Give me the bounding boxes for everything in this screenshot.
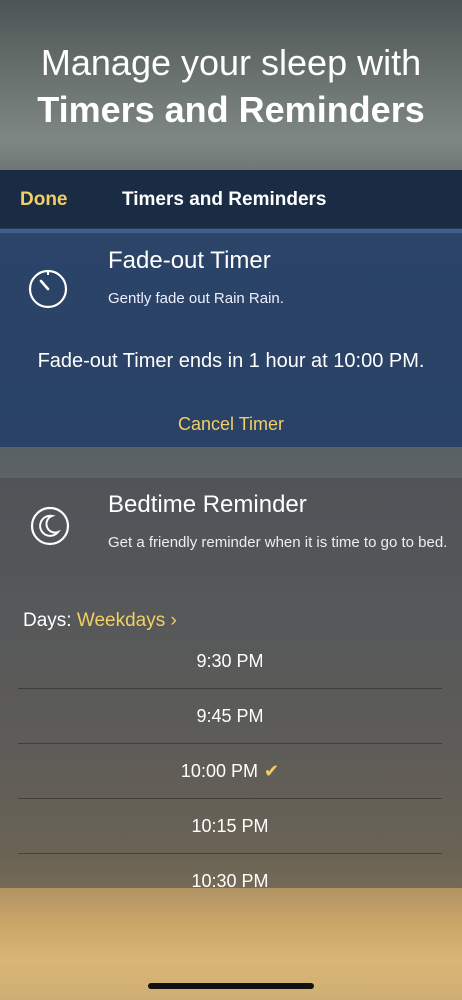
hero-line-2: Timers and Reminders [37,89,425,130]
time-option[interactable]: 10:15 PM [18,799,442,854]
time-option-label: 10:00 PM [180,761,258,781]
fade-timer-subtitle: Gently fade out Rain Rain. [108,290,284,307]
time-option-label: 9:45 PM [196,706,264,726]
days-selector[interactable]: Days: Weekdays › [23,610,177,632]
moon-icon [30,506,70,546]
fade-timer-status: Fade-out Timer ends in 1 hour at 10:00 P… [37,350,425,372]
time-option[interactable]: 9:45 PM [18,689,442,744]
time-option-selected[interactable]: 10:00 PM ✔ [18,744,442,799]
cancel-timer-button[interactable]: Cancel Timer [0,414,462,435]
nav-title: Timers and Reminders [122,189,327,210]
time-option-label: 10:30 PM [191,871,269,891]
days-label: Days: [23,610,72,631]
fade-timer-title: Fade-out Timer [108,247,271,274]
hero-line-1: Manage your sleep with [40,42,422,83]
time-option-label: 10:15 PM [191,816,269,836]
home-indicator[interactable] [148,983,314,989]
bedtime-title: Bedtime Reminder [108,491,307,518]
fade-out-timer-panel: Fade-out Timer Gently fade out Rain Rain… [0,229,462,447]
bedtime-reminder-panel: Bedtime Reminder Get a friendly reminder… [0,478,462,891]
timer-icon [28,269,68,309]
time-option[interactable]: 9:30 PM [18,634,442,689]
days-value[interactable]: Weekdays › [77,610,177,631]
checkmark-icon: ✔ [263,761,280,781]
bedtime-subtitle: Get a friendly reminder when it is time … [108,534,448,551]
hero-header: Manage your sleep with Timers and Remind… [0,0,462,170]
time-option-label: 9:30 PM [196,651,264,671]
time-option[interactable]: 10:30 PM [18,854,442,908]
done-button[interactable]: Done [20,189,68,211]
navigation-bar: Done Timers and Reminders [0,170,462,229]
time-picker-list[interactable]: 9:30 PM 9:45 PM 10:00 PM ✔ 10:15 PM 10:30… [18,634,442,908]
